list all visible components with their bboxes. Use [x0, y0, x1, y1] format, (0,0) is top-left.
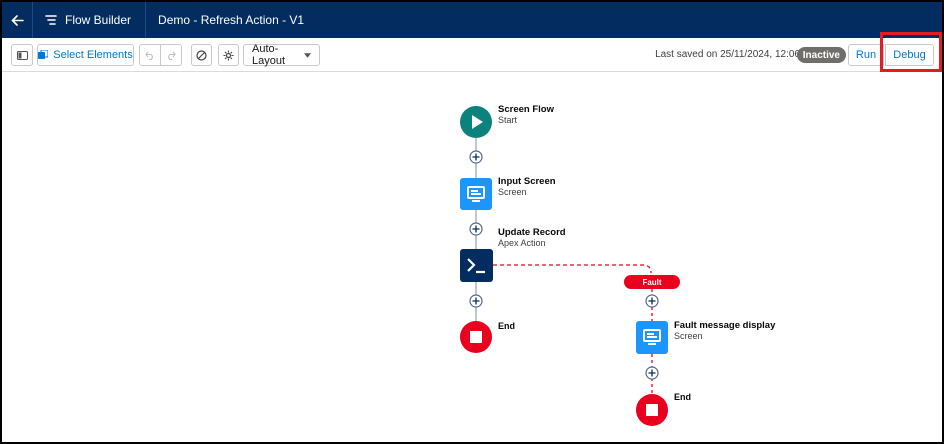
toolbar: Select Elements Auto-Layout Last saved o… [2, 38, 942, 72]
last-saved-text: Last saved on 25/11/2024, 12:06 [655, 49, 800, 60]
start-subtitle: Start [498, 115, 518, 125]
update-record-title: Update Record [498, 227, 566, 238]
fault-screen-subtitle: Screen [674, 331, 703, 341]
toggle-panel-button[interactable] [11, 44, 33, 66]
end-node-label: End [498, 321, 515, 331]
add-element-button[interactable] [469, 222, 483, 236]
app-name-area: Flow Builder [33, 2, 145, 38]
app-frame: Flow Builder Demo - Refresh Action - V1 … [0, 0, 944, 444]
add-element-button[interactable] [645, 366, 659, 380]
update-record-subtitle: Apex Action [498, 238, 546, 248]
update-record-node[interactable] [460, 249, 493, 282]
select-icon [38, 50, 49, 59]
add-element-button[interactable] [469, 150, 483, 164]
fault-end-label: End [674, 392, 691, 402]
flow-title: Demo - Refresh Action - V1 [158, 13, 305, 27]
arrow-left-icon [10, 14, 24, 26]
fault-connector [493, 264, 652, 274]
select-elements-button[interactable]: Select Elements [37, 44, 134, 66]
flow-icon [45, 15, 57, 25]
gear-icon [223, 50, 234, 60]
panel-icon [16, 50, 28, 60]
add-element-button[interactable] [645, 294, 659, 308]
fault-badge: Fault [624, 275, 680, 289]
app-name: Flow Builder [65, 13, 132, 27]
layout-mode-select[interactable]: Auto-Layout [243, 43, 320, 67]
fault-end-node[interactable] [636, 394, 668, 426]
fault-screen-title: Fault message display [674, 320, 776, 331]
input-screen-label: Input Screen Screen [498, 176, 556, 198]
run-button[interactable]: Run [848, 44, 884, 66]
status-badge: Inactive [796, 47, 846, 63]
add-element-button[interactable] [469, 294, 483, 308]
undo-icon [145, 51, 153, 60]
input-screen-node[interactable] [460, 178, 492, 210]
debug-button[interactable]: Debug [885, 44, 934, 66]
prohibited-icon [196, 49, 207, 61]
flow-canvas[interactable]: Screen Flow Start Input Screen Screen Up… [2, 73, 942, 442]
start-node-label: Screen Flow Start [498, 104, 554, 126]
redo-icon [168, 51, 176, 60]
start-title: Screen Flow [498, 104, 554, 115]
redo-button[interactable] [160, 44, 182, 66]
chevron-down-icon [303, 52, 311, 58]
select-elements-label: Select Elements [53, 49, 133, 61]
error-check-button[interactable] [191, 44, 212, 66]
stop-icon [470, 331, 482, 343]
undo-button[interactable] [139, 44, 161, 66]
back-button[interactable] [2, 2, 32, 38]
settings-button[interactable] [218, 44, 239, 66]
fault-screen-label: Fault message display Screen [674, 320, 775, 342]
end-node[interactable] [460, 321, 492, 353]
input-screen-subtitle: Screen [498, 187, 527, 197]
update-record-label: Update Record Apex Action [498, 227, 566, 249]
stop-icon [646, 404, 658, 416]
input-screen-title: Input Screen [498, 176, 556, 187]
start-node[interactable] [460, 106, 492, 138]
layout-mode-value: Auto-Layout [252, 43, 286, 67]
fault-screen-node[interactable] [636, 321, 668, 354]
app-header: Flow Builder Demo - Refresh Action - V1 [2, 2, 942, 38]
